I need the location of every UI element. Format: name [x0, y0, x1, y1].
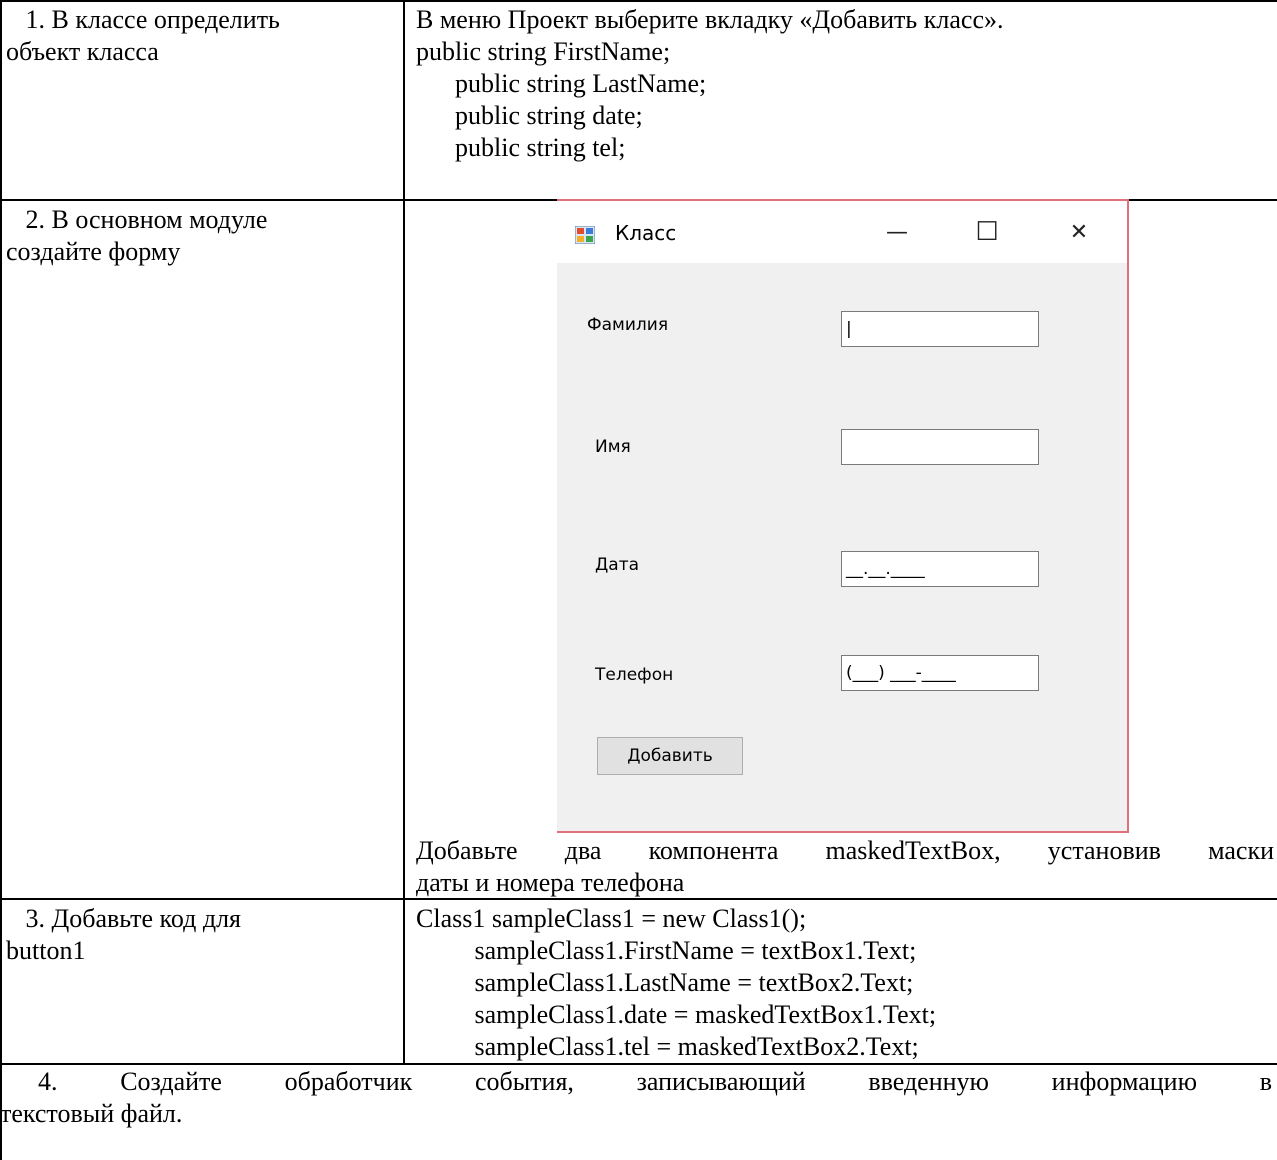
footer-line1: 4. Создайте обработчик события, записыва…: [38, 1067, 1272, 1096]
row1-right-line1: В меню Проект выберите вкладку «Добавить…: [416, 5, 1004, 34]
row1-right-line4: public string date;: [416, 101, 643, 130]
row3-right-line4: sampleClass1.date = maskedTextBox1.Text;: [416, 1000, 937, 1029]
table-border-top: [0, 0, 1277, 2]
footer-paragraph: 4. Создайте обработчик события, записыва…: [0, 1066, 1272, 1098]
row2-left-line2: создайте форму: [6, 237, 181, 266]
row3-right-line1: Class1 sampleClass1 = new Class1();: [416, 904, 807, 933]
row3-right-line3: sampleClass1.LastName = textBox2.Text;: [416, 968, 914, 997]
label-phone: Телефон: [595, 665, 674, 685]
form-title-bar: Класс — ☐ ✕: [557, 201, 1127, 263]
row3-right-line2: sampleClass1.FirstName = textBox1.Text;: [416, 936, 917, 965]
row2-caption-line1: Добавьте два компонента maskedTextBox, у…: [416, 836, 1274, 865]
row1-right-line3: public string LastName;: [416, 69, 707, 98]
form-window-screenshot: Класс — ☐ ✕ Фамилия | Имя Дата __.__.___…: [557, 199, 1129, 833]
maximize-icon: ☐: [975, 217, 999, 247]
close-icon: ✕: [1069, 219, 1089, 245]
table-column-divider: [403, 0, 405, 1064]
row1-left-line2: объект класса: [6, 37, 159, 66]
masked-textbox-phone: (___) ___-____: [841, 655, 1039, 691]
row1-left-line1: 1. В классе определить: [6, 5, 280, 34]
label-lastname: Фамилия: [587, 315, 669, 335]
row3-left-line2: button1: [6, 936, 86, 965]
table-row-divider-3: [0, 1063, 1277, 1065]
table-border-left: [0, 0, 2, 1160]
row3-left-line1: 3. Добавьте код для: [6, 904, 242, 933]
row1-right-line5: public string tel;: [416, 133, 626, 162]
minimize-icon: —: [886, 219, 908, 245]
masked-textbox-date: __.__.____: [841, 551, 1039, 587]
textbox-lastname: |: [841, 311, 1039, 347]
label-date: Дата: [595, 555, 640, 575]
table-row-divider-1: [0, 199, 557, 201]
row1-right-line2: public string FirstName;: [416, 37, 671, 66]
label-firstname: Имя: [595, 437, 631, 457]
add-button: Добавить: [597, 737, 743, 775]
row2-left-line1: 2. В основном модуле: [6, 205, 268, 234]
textbox-firstname: [841, 429, 1039, 465]
row3-right-line5: sampleClass1.tel = maskedTextBox2.Text;: [416, 1032, 919, 1061]
form-app-icon: [575, 226, 595, 244]
row2-caption-line2: даты и номера телефона: [416, 868, 685, 897]
form-title: Класс: [615, 221, 677, 245]
table-row-divider-1b: [1129, 199, 1277, 201]
row2-caption: Добавьте два компонента maskedTextBox, у…: [416, 835, 1274, 867]
footer-line2: текстовый файл.: [0, 1099, 183, 1128]
